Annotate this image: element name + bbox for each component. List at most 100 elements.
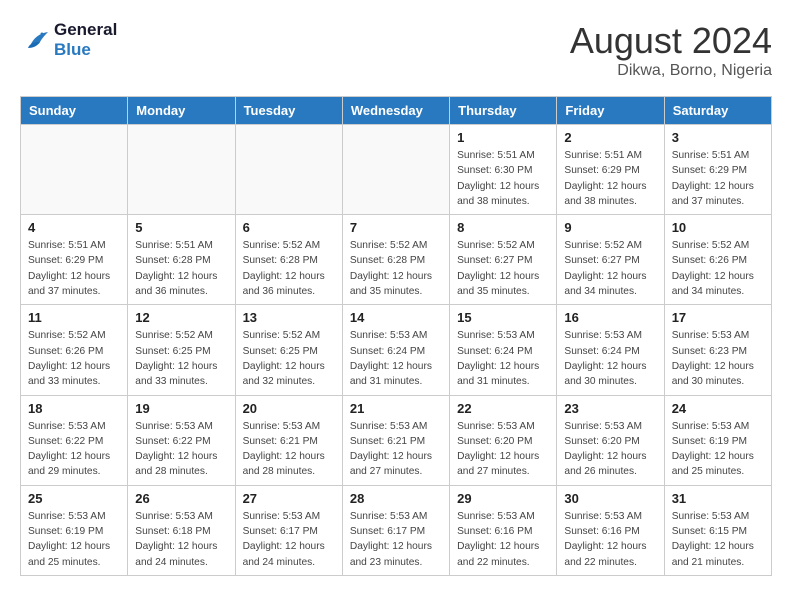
calendar-header-row: Sunday Monday Tuesday Wednesday Thursday…: [21, 97, 772, 125]
day-info: Sunrise: 5:52 AMSunset: 6:26 PMDaylight:…: [672, 238, 764, 299]
day-number: 1: [457, 130, 549, 145]
month-title: August 2024: [570, 20, 772, 62]
table-row: 4 Sunrise: 5:51 AMSunset: 6:29 PMDaylight…: [21, 215, 128, 305]
title-block: August 2024 Dikwa, Borno, Nigeria: [570, 20, 772, 80]
day-info: Sunrise: 5:53 AMSunset: 6:21 PMDaylight:…: [350, 419, 442, 480]
table-row: 17 Sunrise: 5:53 AMSunset: 6:23 PMDayligh…: [664, 305, 771, 395]
day-info: Sunrise: 5:53 AMSunset: 6:15 PMDaylight:…: [672, 509, 764, 570]
day-info: Sunrise: 5:52 AMSunset: 6:26 PMDaylight:…: [28, 328, 120, 389]
day-info: Sunrise: 5:53 AMSunset: 6:17 PMDaylight:…: [350, 509, 442, 570]
day-number: 29: [457, 491, 549, 506]
calendar-week-row: 25 Sunrise: 5:53 AMSunset: 6:19 PMDayligh…: [21, 485, 772, 575]
day-info: Sunrise: 5:53 AMSunset: 6:19 PMDaylight:…: [672, 419, 764, 480]
day-number: 9: [564, 220, 656, 235]
logo-text: General Blue: [54, 20, 117, 60]
table-row: [235, 125, 342, 215]
day-info: Sunrise: 5:53 AMSunset: 6:19 PMDaylight:…: [28, 509, 120, 570]
table-row: 24Sunrise: 5:53 AMSunset: 6:19 PMDayligh…: [664, 395, 771, 485]
day-info: Sunrise: 5:53 AMSunset: 6:21 PMDaylight:…: [243, 419, 335, 480]
col-monday: Monday: [128, 97, 235, 125]
day-number: 12: [135, 310, 227, 325]
table-row: 11 Sunrise: 5:52 AMSunset: 6:26 PMDayligh…: [21, 305, 128, 395]
table-row: 28 Sunrise: 5:53 AMSunset: 6:17 PMDayligh…: [342, 485, 449, 575]
day-number: 4: [28, 220, 120, 235]
day-info: Sunrise: 5:52 AMSunset: 6:28 PMDaylight:…: [243, 238, 335, 299]
day-info: Sunrise: 5:53 AMSunset: 6:23 PMDaylight:…: [672, 328, 764, 389]
day-number: 5: [135, 220, 227, 235]
logo-bird-icon: [20, 28, 50, 52]
table-row: 26 Sunrise: 5:53 AMSunset: 6:18 PMDayligh…: [128, 485, 235, 575]
table-row: 13 Sunrise: 5:52 AMSunset: 6:25 PMDayligh…: [235, 305, 342, 395]
day-info: Sunrise: 5:51 AMSunset: 6:29 PMDaylight:…: [672, 148, 764, 209]
calendar-table: Sunday Monday Tuesday Wednesday Thursday…: [20, 96, 772, 576]
day-number: 16: [564, 310, 656, 325]
table-row: [21, 125, 128, 215]
table-row: [342, 125, 449, 215]
day-info: Sunrise: 5:53 AMSunset: 6:20 PMDaylight:…: [457, 419, 549, 480]
calendar-week-row: 4 Sunrise: 5:51 AMSunset: 6:29 PMDaylight…: [21, 215, 772, 305]
day-info: Sunrise: 5:52 AMSunset: 6:27 PMDaylight:…: [457, 238, 549, 299]
day-number: 23: [564, 401, 656, 416]
day-info: Sunrise: 5:51 AMSunset: 6:28 PMDaylight:…: [135, 238, 227, 299]
day-info: Sunrise: 5:52 AMSunset: 6:27 PMDaylight:…: [564, 238, 656, 299]
day-info: Sunrise: 5:53 AMSunset: 6:17 PMDaylight:…: [243, 509, 335, 570]
day-number: 13: [243, 310, 335, 325]
day-number: 30: [564, 491, 656, 506]
table-row: 30 Sunrise: 5:53 AMSunset: 6:16 PMDayligh…: [557, 485, 664, 575]
table-row: 3 Sunrise: 5:51 AMSunset: 6:29 PMDaylight…: [664, 125, 771, 215]
day-info: Sunrise: 5:53 AMSunset: 6:22 PMDaylight:…: [135, 419, 227, 480]
location-title: Dikwa, Borno, Nigeria: [570, 62, 772, 80]
table-row: 16 Sunrise: 5:53 AMSunset: 6:24 PMDayligh…: [557, 305, 664, 395]
day-number: 15: [457, 310, 549, 325]
day-number: 21: [350, 401, 442, 416]
day-info: Sunrise: 5:53 AMSunset: 6:24 PMDaylight:…: [564, 328, 656, 389]
page-header: General Blue August 2024 Dikwa, Borno, N…: [20, 20, 772, 80]
day-number: 19: [135, 401, 227, 416]
day-number: 8: [457, 220, 549, 235]
day-info: Sunrise: 5:53 AMSunset: 6:24 PMDaylight:…: [350, 328, 442, 389]
calendar-week-row: 18Sunrise: 5:53 AMSunset: 6:22 PMDayligh…: [21, 395, 772, 485]
table-row: 29 Sunrise: 5:53 AMSunset: 6:16 PMDayligh…: [450, 485, 557, 575]
table-row: 20 Sunrise: 5:53 AMSunset: 6:21 PMDayligh…: [235, 395, 342, 485]
table-row: 31 Sunrise: 5:53 AMSunset: 6:15 PMDayligh…: [664, 485, 771, 575]
day-info: Sunrise: 5:53 AMSunset: 6:22 PMDaylight:…: [28, 419, 120, 480]
day-info: Sunrise: 5:53 AMSunset: 6:16 PMDaylight:…: [457, 509, 549, 570]
day-number: 11: [28, 310, 120, 325]
table-row: [128, 125, 235, 215]
col-thursday: Thursday: [450, 97, 557, 125]
table-row: 18Sunrise: 5:53 AMSunset: 6:22 PMDayligh…: [21, 395, 128, 485]
logo: General Blue: [20, 20, 117, 60]
day-number: 2: [564, 130, 656, 145]
table-row: 9 Sunrise: 5:52 AMSunset: 6:27 PMDaylight…: [557, 215, 664, 305]
table-row: 25 Sunrise: 5:53 AMSunset: 6:19 PMDayligh…: [21, 485, 128, 575]
day-number: 17: [672, 310, 764, 325]
table-row: 6Sunrise: 5:52 AMSunset: 6:28 PMDaylight…: [235, 215, 342, 305]
col-saturday: Saturday: [664, 97, 771, 125]
day-number: 22: [457, 401, 549, 416]
table-row: 15 Sunrise: 5:53 AMSunset: 6:24 PMDayligh…: [450, 305, 557, 395]
day-info: Sunrise: 5:53 AMSunset: 6:18 PMDaylight:…: [135, 509, 227, 570]
calendar-week-row: 1 Sunrise: 5:51 AMSunset: 6:30 PMDaylight…: [21, 125, 772, 215]
day-info: Sunrise: 5:52 AMSunset: 6:25 PMDaylight:…: [243, 328, 335, 389]
day-number: 3: [672, 130, 764, 145]
day-number: 27: [243, 491, 335, 506]
day-number: 25: [28, 491, 120, 506]
calendar-week-row: 11 Sunrise: 5:52 AMSunset: 6:26 PMDayligh…: [21, 305, 772, 395]
day-number: 7: [350, 220, 442, 235]
day-number: 31: [672, 491, 764, 506]
table-row: 23 Sunrise: 5:53 AMSunset: 6:20 PMDayligh…: [557, 395, 664, 485]
day-info: Sunrise: 5:53 AMSunset: 6:24 PMDaylight:…: [457, 328, 549, 389]
day-info: Sunrise: 5:51 AMSunset: 6:30 PMDaylight:…: [457, 148, 549, 209]
table-row: 2Sunrise: 5:51 AMSunset: 6:29 PMDaylight…: [557, 125, 664, 215]
col-wednesday: Wednesday: [342, 97, 449, 125]
table-row: 8 Sunrise: 5:52 AMSunset: 6:27 PMDaylight…: [450, 215, 557, 305]
col-sunday: Sunday: [21, 97, 128, 125]
day-info: Sunrise: 5:53 AMSunset: 6:16 PMDaylight:…: [564, 509, 656, 570]
day-number: 26: [135, 491, 227, 506]
day-number: 20: [243, 401, 335, 416]
day-number: 28: [350, 491, 442, 506]
day-info: Sunrise: 5:53 AMSunset: 6:20 PMDaylight:…: [564, 419, 656, 480]
table-row: 19 Sunrise: 5:53 AMSunset: 6:22 PMDayligh…: [128, 395, 235, 485]
day-info: Sunrise: 5:51 AMSunset: 6:29 PMDaylight:…: [28, 238, 120, 299]
table-row: 12Sunrise: 5:52 AMSunset: 6:25 PMDayligh…: [128, 305, 235, 395]
